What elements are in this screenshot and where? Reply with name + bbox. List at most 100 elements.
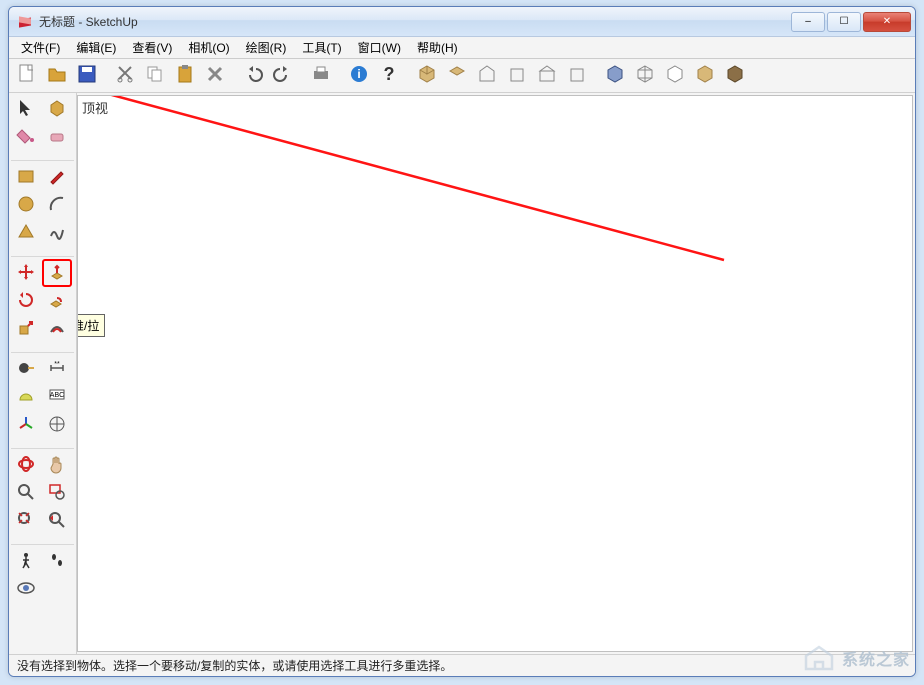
scale-tool[interactable] (11, 315, 41, 343)
left-view-button[interactable] (563, 62, 591, 90)
line-tool[interactable] (42, 163, 72, 191)
help-button[interactable]: ? (375, 62, 403, 90)
footprints-icon (47, 550, 67, 573)
menubar: 文件(F) 编辑(E) 查看(V) 相机(O) 绘图(R) 工具(T) 窗口(W… (9, 37, 915, 59)
select-tool[interactable] (11, 95, 41, 123)
dimension-tool[interactable]: ** (42, 355, 72, 383)
save-icon (76, 63, 98, 88)
model-info-button[interactable]: i (345, 62, 373, 90)
hidden-cube-icon (664, 63, 686, 88)
move-tool[interactable] (11, 259, 41, 287)
follow-me-tool[interactable] (42, 287, 72, 315)
house-right-icon (506, 63, 528, 88)
model-viewport[interactable]: 顶视 推/拉 (77, 95, 913, 652)
copy-button[interactable] (141, 62, 169, 90)
info-icon: i (348, 63, 370, 88)
tape-icon (16, 358, 36, 381)
maximize-icon: ☐ (840, 16, 849, 27)
position-camera-tool[interactable] (11, 547, 41, 575)
iso-view-button[interactable] (413, 62, 441, 90)
back-view-button[interactable] (533, 62, 561, 90)
shaded-button[interactable] (691, 62, 719, 90)
walk-tool[interactable] (42, 547, 72, 575)
menu-window[interactable]: 窗口(W) (350, 37, 409, 58)
minimize-icon: – (805, 16, 811, 27)
polygon-tool[interactable] (11, 219, 41, 247)
hidden-line-button[interactable] (661, 62, 689, 90)
titlebar: 无标题 - SketchUp – ☐ ✕ (9, 7, 915, 37)
svg-text:ABC: ABC (50, 392, 64, 399)
axes-tool[interactable] (11, 411, 41, 439)
new-button[interactable] (13, 62, 41, 90)
top-view-button[interactable] (443, 62, 471, 90)
menu-view[interactable]: 查看(V) (124, 37, 180, 58)
tape-tool[interactable] (11, 355, 41, 383)
menu-draw[interactable]: 绘图(R) (238, 37, 295, 58)
pan-tool[interactable] (42, 451, 72, 479)
rotate-tool[interactable] (11, 287, 41, 315)
paste-button[interactable] (171, 62, 199, 90)
look-around-tool[interactable] (11, 575, 41, 603)
app-icon (17, 14, 33, 30)
previous-view-tool[interactable] (42, 507, 72, 535)
rectangle-tool[interactable] (11, 163, 41, 191)
folder-open-icon (46, 63, 68, 88)
axes-icon (16, 414, 36, 437)
open-button[interactable] (43, 62, 71, 90)
protractor-tool[interactable] (11, 383, 41, 411)
undo-button[interactable] (239, 62, 267, 90)
print-button[interactable] (307, 62, 335, 90)
circle-tool[interactable] (11, 191, 41, 219)
freehand-tool[interactable] (42, 219, 72, 247)
text-icon: ABC (47, 386, 67, 409)
offset-icon (47, 318, 67, 341)
offset-tool[interactable] (42, 315, 72, 343)
push-pull-tool[interactable] (42, 259, 72, 287)
front-view-button[interactable] (473, 62, 501, 90)
arc-tool[interactable] (42, 191, 72, 219)
scissors-icon (114, 63, 136, 88)
menu-help[interactable]: 帮助(H) (409, 37, 466, 58)
eraser-tool[interactable] (42, 123, 72, 151)
cut-button[interactable] (111, 62, 139, 90)
top-cube-icon (446, 63, 468, 88)
person-icon (16, 550, 36, 573)
shaded-texture-button[interactable] (721, 62, 749, 90)
previous-view-icon (47, 510, 67, 533)
paint-tool[interactable] (11, 123, 41, 151)
section-tool[interactable] (42, 575, 72, 603)
polygon-icon (16, 222, 36, 245)
maximize-button[interactable]: ☐ (827, 12, 861, 32)
3d-text-tool[interactable] (42, 411, 72, 439)
zoom-tool[interactable] (11, 479, 41, 507)
menu-file[interactable]: 文件(F) (13, 37, 68, 58)
menu-camera[interactable]: 相机(O) (180, 37, 237, 58)
scale-icon (16, 318, 36, 341)
wireframe-button[interactable] (631, 62, 659, 90)
pencil-icon (47, 166, 67, 189)
printer-icon (310, 63, 332, 88)
save-button[interactable] (73, 62, 101, 90)
hand-icon (47, 454, 67, 477)
make-component-tool[interactable] (42, 95, 72, 123)
annotation-arrow (77, 95, 764, 288)
right-view-button[interactable] (503, 62, 531, 90)
text-tool[interactable]: ABC (42, 383, 72, 411)
delete-button[interactable] (201, 62, 229, 90)
redo-button[interactable] (269, 62, 297, 90)
xray-button[interactable] (601, 62, 629, 90)
3d-text-icon (47, 414, 67, 437)
minimize-button[interactable]: – (791, 12, 825, 32)
menu-tools[interactable]: 工具(T) (294, 37, 349, 58)
house-back-icon (536, 63, 558, 88)
wireframe-cube-icon (634, 63, 656, 88)
close-icon: ✕ (883, 16, 891, 27)
menu-edit[interactable]: 编辑(E) (68, 37, 124, 58)
orbit-tool[interactable] (11, 451, 41, 479)
undo-icon (242, 63, 264, 88)
zoom-extents-tool[interactable] (11, 507, 41, 535)
zoom-window-tool[interactable] (42, 479, 72, 507)
window-title: 无标题 - SketchUp (39, 13, 138, 30)
bucket-icon (16, 126, 36, 149)
close-button[interactable]: ✕ (863, 12, 911, 32)
